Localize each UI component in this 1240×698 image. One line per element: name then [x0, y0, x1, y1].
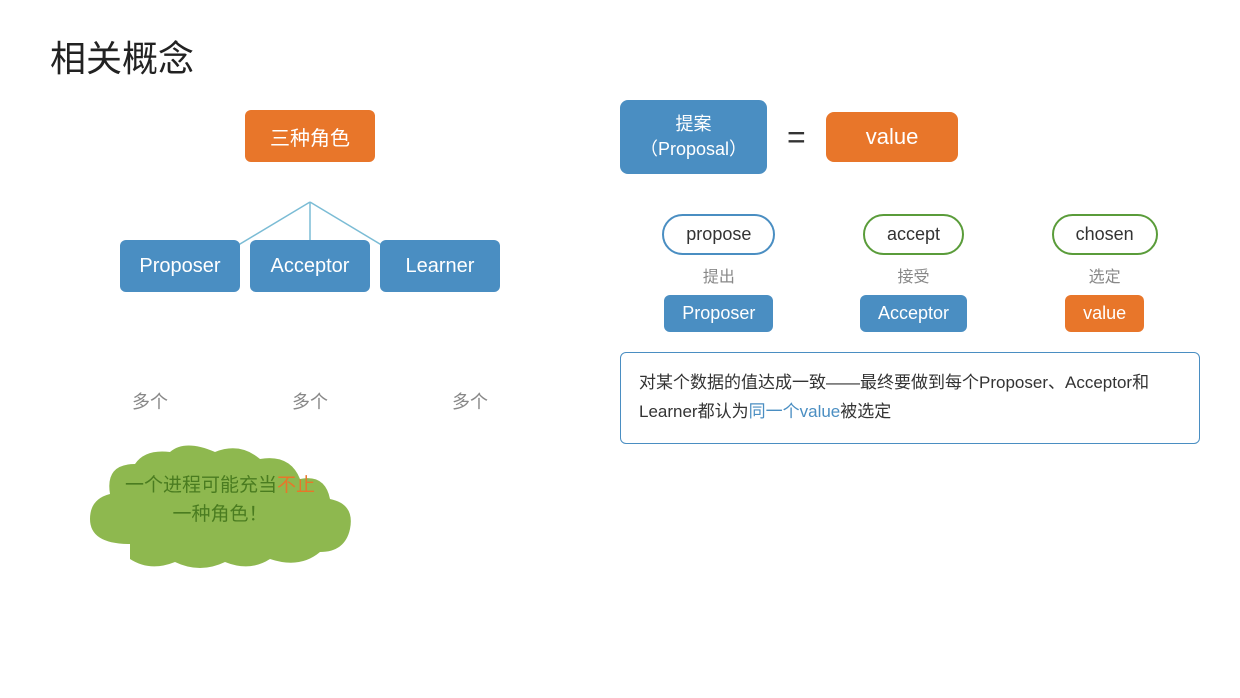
sub-labels-row: 多个 多个 多个	[50, 388, 570, 414]
left-panel: 三种角色 Proposer Acceptor Learner 多个 多个 多个 …	[50, 100, 570, 574]
chosen-oval: chosen	[1052, 214, 1158, 255]
action-chosen: chosen 选定 value	[1052, 214, 1158, 332]
sub-label-proposer: 多个	[90, 388, 210, 414]
value-box: value	[826, 112, 959, 162]
description-box: 对某个数据的值达成一致——最终要做到每个Proposer、Acceptor和Le…	[620, 352, 1200, 444]
proposer-badge: Proposer	[664, 295, 773, 332]
propose-sub: 提出	[703, 263, 735, 287]
page-title: 相关概念	[50, 30, 194, 82]
sub-label-acceptor: 多个	[250, 388, 370, 414]
desc-highlight: 同一个value	[749, 402, 841, 421]
chosen-sub: 选定	[1089, 263, 1121, 287]
propose-oval: propose	[662, 214, 775, 255]
cloud-shape: 一个进程可能充当不止 一种角色！	[50, 444, 390, 574]
desc-text-before: 对某个数据的值达成一致——最终要做到每个Proposer、Acceptor和Le…	[639, 373, 1149, 421]
accept-oval: accept	[863, 214, 964, 255]
learner-box: Learner	[380, 240, 500, 292]
acceptor-badge: Acceptor	[860, 295, 967, 332]
root-role-box: 三种角色	[245, 110, 375, 162]
proposer-box: Proposer	[120, 240, 240, 292]
proposal-box: 提案 （Proposal）	[620, 100, 767, 174]
desc-text-after: 被选定	[840, 402, 891, 421]
value-badge: value	[1065, 295, 1144, 332]
actions-section: propose 提出 Proposer accept 接受 Acceptor c…	[620, 214, 1200, 332]
tree-diagram: 三种角色 Proposer Acceptor Learner	[100, 100, 520, 380]
action-accept: accept 接受 Acceptor	[860, 214, 967, 332]
sub-label-learner: 多个	[410, 388, 530, 414]
acceptor-box: Acceptor	[250, 240, 370, 292]
right-panel: 提案 （Proposal） = value propose 提出 Propose…	[620, 100, 1200, 444]
equals-sign: =	[787, 119, 806, 156]
cloud-text: 一个进程可能充当不止 一种角色！	[100, 472, 340, 529]
action-propose: propose 提出 Proposer	[662, 214, 775, 332]
proposal-row: 提案 （Proposal） = value	[620, 100, 1200, 174]
accept-sub: 接受	[897, 263, 929, 287]
